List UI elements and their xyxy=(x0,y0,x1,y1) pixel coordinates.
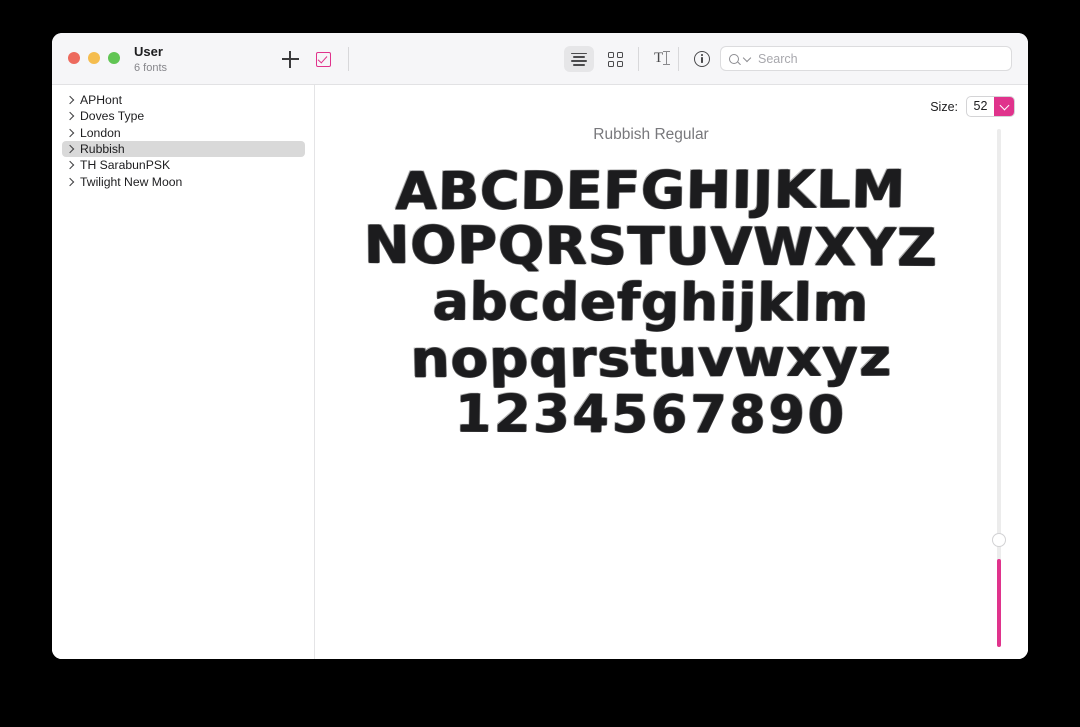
search-field[interactable] xyxy=(720,46,1012,71)
size-control: Size: 52 xyxy=(930,96,1015,117)
sidebar-item-label: APHont xyxy=(80,93,123,108)
text-lines-icon xyxy=(571,52,587,66)
sidebar-item-aphont[interactable]: APHont xyxy=(62,92,305,108)
text-cursor-icon: T xyxy=(654,50,672,67)
toolbar-divider-1 xyxy=(348,47,349,71)
view-info-button[interactable] xyxy=(687,46,717,72)
window-toolbar: User 6 fonts T Search xyxy=(52,33,1028,85)
specimen-text: abcdefghijklm xyxy=(432,272,870,334)
chevron-right-icon[interactable] xyxy=(65,176,76,187)
specimen-line: NOPQRSTUVWXYZ xyxy=(316,215,986,279)
slider-knob[interactable] xyxy=(992,533,1006,547)
font-size-slider[interactable] xyxy=(991,129,1007,647)
specimen-text: NOPQRSTUVWXYZ xyxy=(364,215,938,279)
minimize-window-button[interactable] xyxy=(88,52,100,64)
zoom-window-button[interactable] xyxy=(108,52,120,64)
font-book-window: User 6 fonts T Search APHont Doves Type … xyxy=(52,33,1028,659)
specimen-line: 1234567890 xyxy=(316,384,986,446)
size-value[interactable]: 52 xyxy=(967,97,994,116)
close-window-button[interactable] xyxy=(68,52,80,64)
sidebar-item-label: Rubbish xyxy=(80,142,125,157)
search-icon[interactable] xyxy=(729,53,752,64)
sidebar-item-label: London xyxy=(80,125,121,140)
slider-track-fill xyxy=(997,559,1001,647)
view-samples-button[interactable] xyxy=(564,46,594,72)
view-repertoire-button[interactable] xyxy=(600,46,630,72)
sidebar-item-rubbish[interactable]: Rubbish xyxy=(62,140,305,158)
chevron-right-icon[interactable] xyxy=(65,95,76,106)
font-collection-sidebar: APHont Doves Type London Rubbish TH Sara xyxy=(52,85,315,659)
sidebar-item-twilight-new-moon[interactable]: Twilight New Moon xyxy=(62,173,305,189)
window-body: APHont Doves Type London Rubbish TH Sara xyxy=(52,85,1028,659)
sidebar-item-label: TH SarabunPSK xyxy=(80,158,171,173)
sidebar-item-th-sarabunpsk[interactable]: TH SarabunPSK xyxy=(62,157,305,173)
chevron-down-icon xyxy=(999,100,1009,110)
traffic-light-buttons xyxy=(68,52,120,64)
checkmark-box-icon xyxy=(315,51,331,67)
size-label: Size: xyxy=(930,99,958,114)
font-preview-pane: Size: 52 Rubbish Regular ABCDEFGHIJKLM N xyxy=(316,85,1028,659)
add-font-button[interactable] xyxy=(277,46,303,72)
specimen-line: ABCDEFGHIJKLM xyxy=(316,159,986,223)
chevron-down-icon xyxy=(742,53,752,62)
size-popup-button[interactable] xyxy=(994,97,1014,116)
desktop-background: User 6 fonts T Search APHont Doves Type … xyxy=(0,0,1080,727)
toolbar-divider-3 xyxy=(678,47,679,71)
size-stepper[interactable]: 52 xyxy=(966,96,1015,117)
specimen-text: ABCDEFGHIJKLM xyxy=(395,159,907,223)
chevron-right-icon[interactable] xyxy=(65,160,76,171)
chevron-right-icon[interactable] xyxy=(65,144,76,155)
chevron-right-icon[interactable] xyxy=(65,127,76,138)
grid-icon xyxy=(607,51,623,67)
toolbar-divider-2 xyxy=(638,47,639,71)
magnifier-icon xyxy=(729,53,739,64)
specimen-text: 1234567890 xyxy=(454,384,848,446)
chevron-right-icon[interactable] xyxy=(65,111,76,122)
sidebar-item-label: Doves Type xyxy=(80,109,145,124)
specimen-line: abcdefghijklm xyxy=(316,272,986,334)
search-input[interactable] xyxy=(758,51,988,66)
specimen-text: nopqrstuvwxyz xyxy=(409,328,893,390)
sidebar-item-label: Twilight New Moon xyxy=(80,174,183,189)
view-mode-group xyxy=(564,46,630,72)
sidebar-item-doves-type[interactable]: Doves Type xyxy=(62,108,305,124)
sidebar-item-london[interactable]: London xyxy=(62,125,305,141)
info-circle-icon xyxy=(694,51,710,67)
validate-font-button[interactable] xyxy=(310,46,336,72)
font-specimen: ABCDEFGHIJKLM NOPQRSTUVWXYZ abcdefghijkl… xyxy=(316,159,986,446)
plus-icon xyxy=(281,50,299,68)
view-custom-button[interactable]: T xyxy=(648,46,678,72)
font-style-title: Rubbish Regular xyxy=(593,126,709,143)
specimen-line: nopqrstuvwxyz xyxy=(316,328,986,390)
